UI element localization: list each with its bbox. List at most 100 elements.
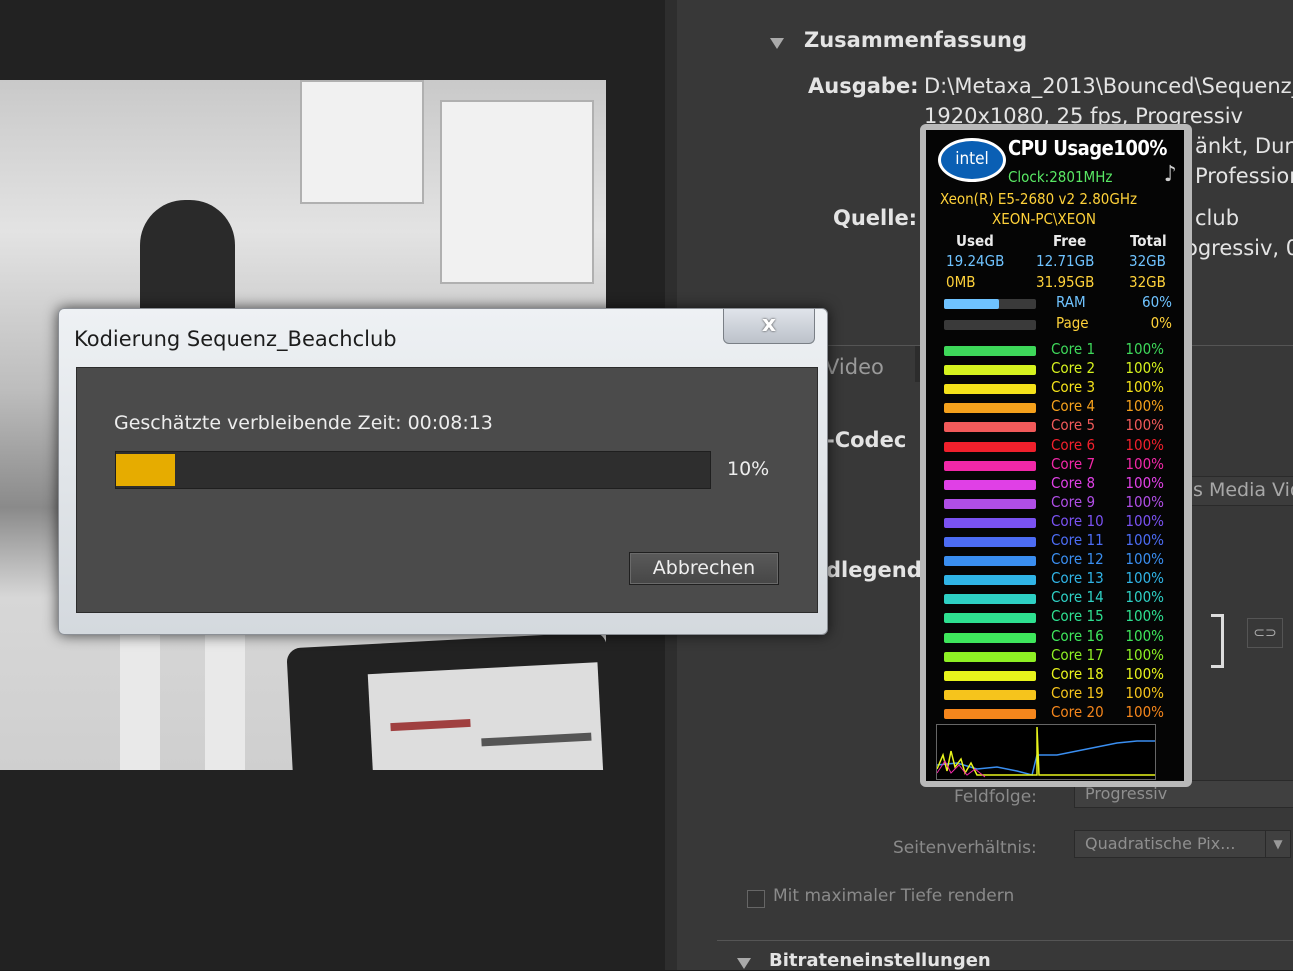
page-used: 0MB [946, 273, 976, 291]
core-percent: 100% [1125, 588, 1164, 607]
core-percent: 100% [1125, 454, 1164, 473]
core-percent: 100% [1125, 702, 1164, 721]
encoding-dialog: Kodierung Sequenz_Beachclub x Geschätzte… [58, 308, 828, 635]
core-bar [944, 517, 1036, 528]
remaining-time-label: Geschätzte verbleibende Zeit: [114, 412, 402, 434]
core-bar [944, 498, 1036, 509]
max-depth-label: Mit maximaler Tiefe rendern [773, 886, 1015, 906]
progress-percent: 10% [727, 458, 770, 480]
output-line-3-tail: änkt, Dur [1195, 134, 1293, 158]
core-percent: 100% [1125, 607, 1164, 626]
host-name: XEON-PC\XEON [992, 210, 1096, 228]
collapse-triangle-icon[interactable] [770, 38, 784, 49]
core-bar [944, 556, 1036, 567]
aspect-ratio-dropdown[interactable]: Quadratische Pix... [1074, 830, 1276, 858]
core-bar [944, 613, 1036, 624]
mem-header-used: Used [956, 232, 994, 250]
dropdown-arrow-icon[interactable]: ▼ [1265, 830, 1291, 858]
music-note-icon: ♪ [1164, 162, 1177, 187]
preview-screen-bar [481, 732, 592, 747]
source-label: Quelle: [833, 206, 918, 230]
core-percent: 100% [1125, 683, 1164, 702]
core-bar [944, 422, 1036, 433]
history-line [937, 740, 1155, 776]
ram-used: 19.24GB [946, 252, 1005, 270]
tab-video[interactable]: Video [825, 355, 884, 379]
core-bar [944, 384, 1036, 395]
core-bar [944, 708, 1036, 719]
core-percent: 100% [1125, 492, 1164, 511]
max-depth-checkbox[interactable] [747, 890, 765, 908]
summary-heading: Zusammenfassung [804, 28, 1028, 52]
core-percent: 100% [1125, 569, 1164, 588]
mem-header-free: Free [1053, 232, 1087, 250]
source-line-2-tail: ogressiv, 0 [1185, 236, 1293, 260]
core-bar [944, 460, 1036, 471]
core-percent: 100% [1125, 664, 1164, 683]
progress-bar-fill [116, 454, 176, 486]
cpu-history-graph [936, 724, 1156, 780]
core-percent: 100% [1125, 340, 1164, 358]
core-bar [944, 651, 1036, 662]
ram-percent: 60% [1142, 293, 1172, 311]
preview-laptop-shape [286, 631, 606, 770]
core-bar [944, 365, 1036, 376]
cpu-meter-body: intel CPU Usage100% Clock:2801MHz ♪ Xeon… [926, 130, 1184, 781]
core-bar [944, 479, 1036, 490]
core-percent: 100% [1125, 397, 1164, 416]
remaining-time-value: 00:08:13 [407, 412, 493, 434]
core-bar [944, 594, 1036, 605]
core-percent: 100% [1125, 626, 1164, 645]
core-percent: 100% [1125, 645, 1164, 664]
preview-window-shape [440, 100, 594, 284]
intel-logo-icon: intel [938, 138, 1006, 182]
source-value-tail: club [1195, 206, 1240, 230]
page-percent: 0% [1150, 314, 1172, 332]
remaining-time: Geschätzte verbleibende Zeit: 00:08:13 [114, 412, 493, 434]
page-bar-track [944, 320, 1036, 330]
core-percent: 100% [1125, 473, 1164, 492]
cancel-button[interactable]: Abbrechen [629, 552, 779, 585]
codec-dropdown[interactable]: s Media Vid [1182, 476, 1293, 506]
core-bar [944, 403, 1036, 414]
cpu-clock: Clock:2801MHz [1008, 168, 1113, 186]
chain-link-icon[interactable]: ⊂⊃ [1247, 618, 1283, 648]
close-button[interactable]: x [723, 309, 815, 344]
expand-triangle-icon[interactable] [737, 958, 751, 969]
history-spike [937, 726, 1155, 776]
ram-bar-fill [944, 299, 1000, 309]
aspect-ratio-label: Seitenverhältnis: [893, 838, 1037, 858]
link-bracket-icon [1211, 614, 1224, 668]
output-path: D:\Metaxa_2013\Bounced\Sequenz_ [924, 74, 1293, 98]
core-bar [944, 632, 1036, 643]
preview-screen-bar [390, 718, 471, 732]
core-percent: 100% [1125, 359, 1164, 378]
page-total: 32GB [1129, 273, 1166, 291]
core-percent: 100% [1125, 511, 1164, 530]
preview-laptop-screen [367, 662, 604, 770]
core-percent: 100% [1125, 550, 1164, 569]
cpu-meter-gadget[interactable]: intel CPU Usage100% Clock:2801MHz ♪ Xeon… [920, 124, 1192, 787]
ram-total: 32GB [1129, 252, 1166, 270]
section-divider [717, 940, 1293, 941]
ram-bar-track [944, 299, 1036, 309]
preview-window-shape [300, 80, 424, 204]
core-bar [944, 441, 1036, 452]
core-bar [944, 575, 1036, 586]
core-percent: 100% [1125, 416, 1164, 435]
progress-bar [115, 451, 711, 489]
core-bar [944, 670, 1036, 681]
core-percent: 100% [1125, 435, 1164, 454]
core-bar [944, 689, 1036, 700]
core-percent: 100% [1125, 378, 1164, 397]
core-percent: 100% [1125, 531, 1164, 549]
dialog-content: Geschätzte verbleibende Zeit: 00:08:13 1… [76, 367, 818, 613]
core-bar [944, 537, 1036, 547]
cpu-model: Xeon(R) E5-2680 v2 2.80GHz [940, 190, 1138, 208]
bitrate-heading: Bitrateneinstellungen [769, 950, 991, 971]
field-order-label: Feldfolge: [954, 787, 1037, 807]
core-bar [944, 346, 1036, 356]
preview-leg-shape [205, 630, 245, 770]
ram-free: 12.71GB [1036, 252, 1095, 270]
page-free: 31.95GB [1036, 273, 1095, 291]
